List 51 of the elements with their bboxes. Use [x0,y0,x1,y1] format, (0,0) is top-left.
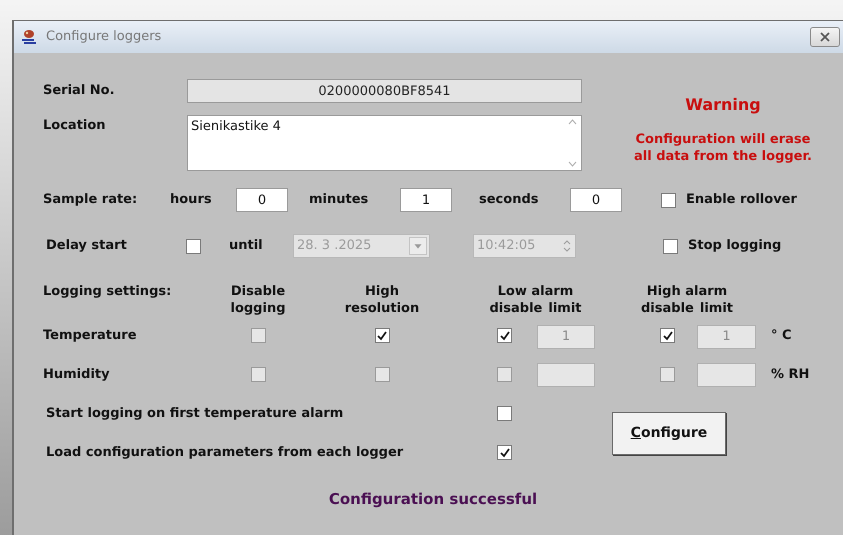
serial-label: Serial No. [43,82,116,100]
window-title: Configure loggers [46,28,162,46]
number-field[interactable]: 0 [236,188,288,212]
number-field[interactable]: 0 [570,188,622,212]
row-label: Temperature [43,327,138,345]
unit-label: minutes [309,191,370,210]
check-icon [377,330,387,341]
logging-settings-label: Logging settings: [43,283,172,300]
configure-button[interactable]: Configure [612,412,726,454]
column-header: High alarm [646,283,728,300]
warning-title: Warning [685,94,761,116]
status-message: Configuration successful [328,489,538,510]
serial-field[interactable]: 0200000080BF8541 [187,79,582,103]
column-header: Low alarm [498,283,574,300]
close-button[interactable] [810,27,840,47]
sample-rate-label: Sample rate: [43,191,138,210]
scroll-up-icon[interactable] [568,119,576,125]
check-icon [662,330,672,341]
checkbox[interactable] [497,328,512,344]
check-icon [500,448,510,458]
checkbox[interactable] [497,445,512,460]
check-icon [500,330,510,341]
column-subheader: disable [641,300,694,317]
warning-message: Configuration will erase all data from the logger. [633,131,813,165]
checkbox[interactable] [374,328,390,344]
unit-label: hours [170,191,213,210]
checkbox[interactable] [660,328,675,344]
location-label: Location [43,117,107,135]
location-field[interactable]: Sienikastike 4 [187,115,582,171]
unit-label: ° C [771,327,792,345]
column-subheader: limit [700,300,733,317]
column-subheader: limit [548,300,582,317]
close-icon [819,32,831,42]
number-field[interactable]: 1 [400,188,452,212]
unit-label: seconds [479,191,540,210]
app-icon [20,28,38,46]
unit-label: % RH [771,366,810,384]
until-label: until [229,237,264,256]
checkbox[interactable] [497,406,512,421]
row-label: Humidity [43,366,111,384]
column-header: High resolution [344,283,420,317]
column-subheader: disable [490,300,542,317]
delay-start-label: Delay start [46,237,128,256]
scroll-down-icon[interactable] [568,161,576,167]
checkbox-label: Stop logging [688,237,782,256]
option-label: Start logging on first temperature alarm [46,404,344,423]
column-header: Disable logging [229,283,286,317]
option-label: Load configuration parameters from each logger [46,444,404,462]
checkbox[interactable] [663,238,678,254]
checkbox-label: Enable rollover [686,191,797,210]
checkbox[interactable] [661,192,676,208]
